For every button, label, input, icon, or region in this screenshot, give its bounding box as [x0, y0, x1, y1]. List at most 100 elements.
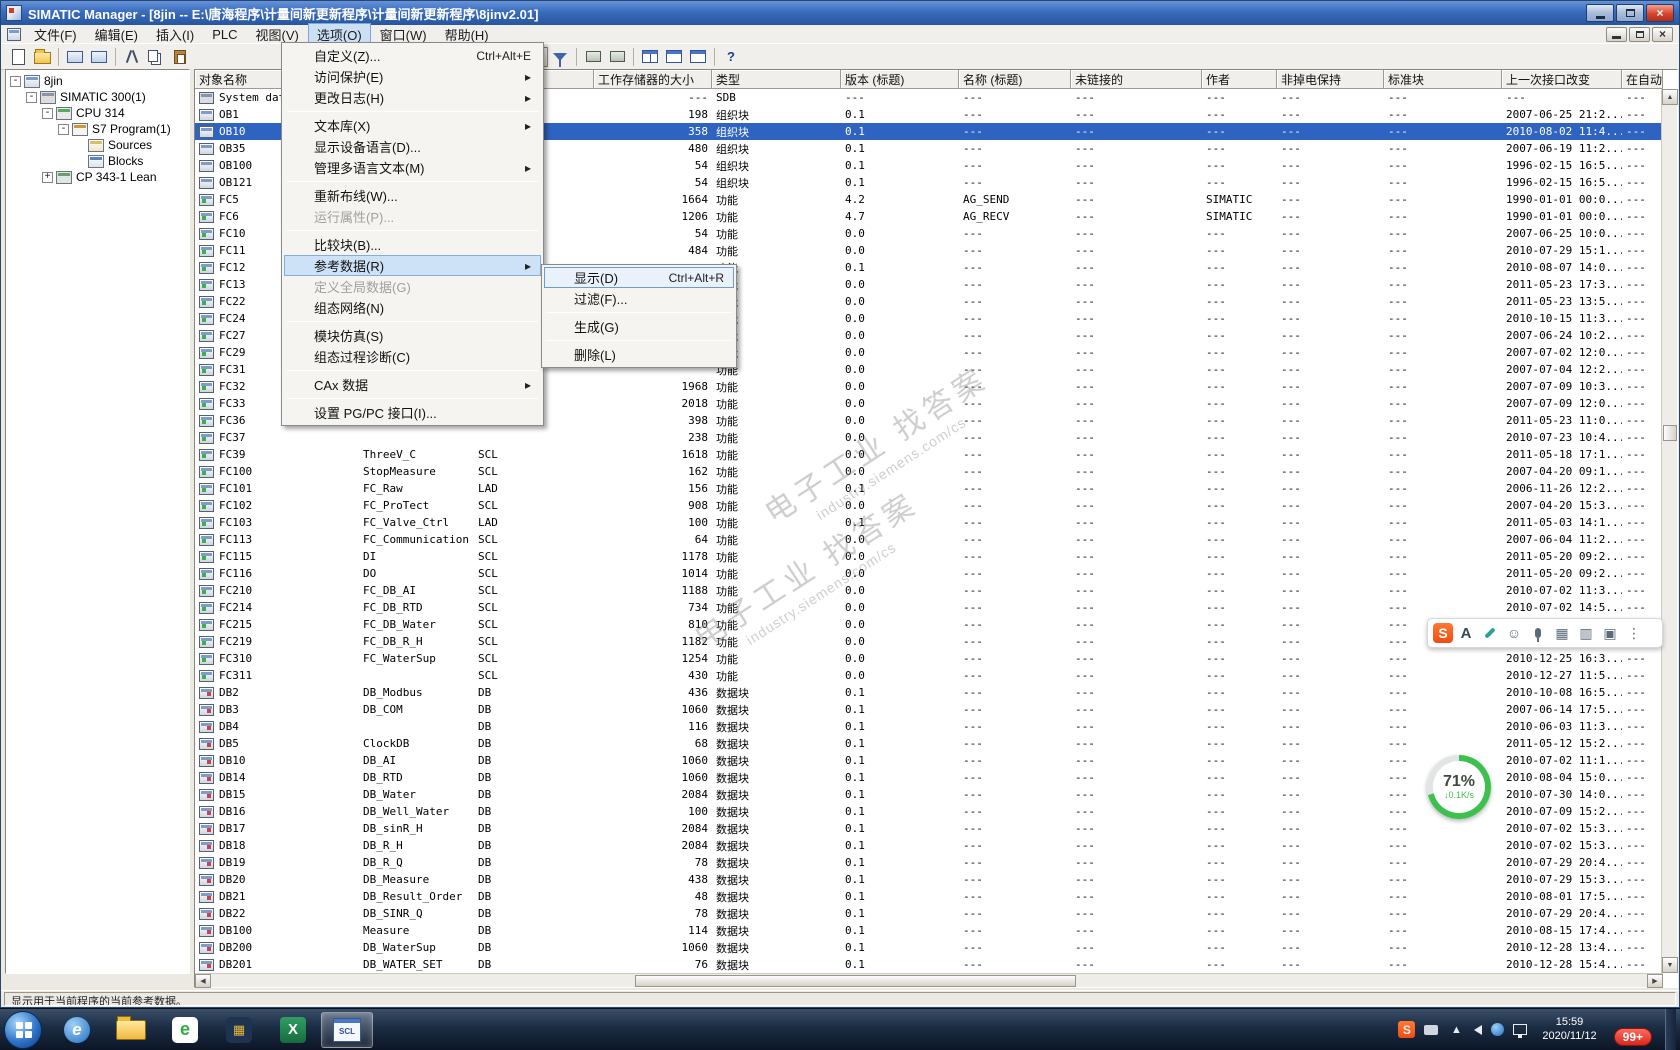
menu-item-rewire[interactable]: 重新布线(W)... [284, 185, 541, 206]
notification-badge[interactable]: 99+ [1613, 1027, 1652, 1046]
scroll-right-button[interactable]: ▶ [1647, 973, 1663, 988]
explorer-folder-icon[interactable] [105, 1012, 157, 1048]
column-header-[interactable]: 工作存储器的大小 [594, 70, 712, 89]
minimize-button[interactable] [1586, 4, 1614, 22]
window-cascade-button[interactable] [686, 46, 710, 68]
tree-item-cpu-314[interactable]: - CPU 314 [6, 105, 189, 121]
cut-button[interactable] [120, 46, 144, 68]
menu-item-cax-data[interactable]: CAx 数据 ▸ [284, 374, 541, 395]
brush-icon[interactable] [1479, 622, 1501, 644]
show-hidden-icons-button[interactable]: ▲ [1447, 1021, 1465, 1039]
column-header-[interactable]: 标准块 [1384, 70, 1502, 89]
show-desktop-button[interactable] [1665, 1008, 1676, 1050]
table-row-db5[interactable]: DB5 ClockDB DB 68 数据块 0.1 --- --- --- --- --- 2011-… [195, 735, 1663, 752]
excel-icon[interactable]: X [267, 1012, 319, 1048]
toolbox-icon[interactable]: ▣ [1599, 622, 1621, 644]
taskbar-clock[interactable]: 15:59 2020/11/12 [1542, 1016, 1596, 1044]
mic-icon[interactable] [1527, 622, 1549, 644]
new-button[interactable] [6, 46, 30, 68]
menu-item-set-pg-pc-interface[interactable]: 设置 PG/PC 接口(I)... [284, 402, 541, 423]
table-row-db200[interactable]: DB200 DB_WaterSup DB 1060 数据块 0.1 --- --- --- ---… [195, 939, 1663, 956]
table-row-fc116[interactable]: FC116 DO SCL 1014 功能 0.0 --- --- --- --- --- 2011-0… [195, 565, 1663, 582]
vertical-scrollbar[interactable]: ▲ ▼ [1661, 89, 1678, 973]
table-row-fc311[interactable]: FC311 SCL 430 功能 0.0 --- --- --- --- --- 2010-12-2… [195, 667, 1663, 684]
menu-item-reference-data[interactable]: 参考数据(R) ▸ [284, 255, 541, 276]
tree-item-cp-343-1-lean[interactable]: + CP 343-1 Lean [6, 169, 189, 185]
table-row-db100[interactable]: DB100 Measure DB 114 数据块 0.1 --- --- --- --- --- 20… [195, 922, 1663, 939]
table-row-db201[interactable]: DB201 DB_WATER_SET DB 76 数据块 0.1 --- --- --- --- -… [195, 956, 1663, 973]
scl-editor-icon[interactable]: SCL [321, 1011, 373, 1048]
table-row-db18[interactable]: DB18 DB_R_H DB 2084 数据块 0.1 --- --- --- --- --- 201… [195, 837, 1663, 854]
menu-item-process-diagnostics[interactable]: 组态过程诊断(C) [284, 346, 541, 367]
more-icon[interactable]: ⋮ [1623, 622, 1645, 644]
tree-item-sources[interactable]: Sources [6, 137, 189, 153]
tree-expander-icon[interactable]: + [42, 171, 53, 183]
mdi-child-icon[interactable] [7, 27, 21, 41]
menubar-item-f[interactable]: 文件(F) [25, 23, 86, 46]
mdi-close-button[interactable]: × [1652, 26, 1673, 42]
table-row-fc214[interactable]: FC214 FC_DB_RTD SCL 734 功能 0.0 --- --- --- --- ---… [195, 599, 1663, 616]
browser-green-icon[interactable]: e [159, 1012, 211, 1048]
menu-item-access-protection[interactable]: 访问保护(E) ▸ [284, 66, 541, 87]
column-header-[interactable]: 类型 [712, 70, 841, 89]
menu-item-display[interactable]: 显示(D) Ctrl+Alt+R [544, 267, 734, 288]
message-icon[interactable] [1491, 1023, 1505, 1036]
table-row-db4[interactable]: DB4 DB 116 数据块 0.1 --- --- --- --- --- 2010-06-03 … [195, 718, 1663, 735]
menubar-item-i[interactable]: 插入(I) [147, 23, 203, 46]
window-tile-button[interactable] [662, 46, 686, 68]
scroll-left-button[interactable]: ◀ [195, 973, 211, 988]
table-row-fc103[interactable]: FC103 FC_Valve_Ctrl LAD 100 功能 0.1 --- --- --- --… [195, 514, 1663, 531]
menu-item-configure-network[interactable]: 组态网络(N) [284, 297, 541, 318]
open-button[interactable] [30, 46, 54, 68]
volume-icon[interactable] [1474, 1024, 1483, 1035]
table-row-fc210[interactable]: FC210 FC_DB_AI SCL 1188 功能 0.0 --- --- --- --- ---… [195, 582, 1663, 599]
table-row-db3[interactable]: DB3 DB_COM DB 1060 数据块 0.1 --- --- --- --- --- 2007… [195, 701, 1663, 718]
table-row-fc310[interactable]: FC310 FC_WaterSup SCL 1254 功能 0.0 --- --- --- ---… [195, 650, 1663, 667]
download-speed-badge[interactable]: 71% ↓0.1K/s [1427, 755, 1491, 819]
menu-item-change-log[interactable]: 更改日志(H) ▸ [284, 87, 541, 108]
menubar-item-plc[interactable]: PLC [203, 25, 246, 44]
browser-blue-icon[interactable]: e [51, 1012, 103, 1048]
table-row-fc39[interactable]: FC39 ThreeV_C SCL 1618 功能 0.0 --- --- --- --- --- 2… [195, 446, 1663, 463]
filter-button[interactable] [548, 46, 572, 68]
accessible-nodes-button[interactable] [63, 46, 87, 68]
emoji-icon[interactable]: ☺ [1503, 622, 1525, 644]
menu-item-manage-multilingual-texts[interactable]: 管理多语言文本(M) ▸ [284, 157, 541, 178]
table-row-fc100[interactable]: FC100 StopMeasure SCL 162 功能 0.0 --- --- --- --- -… [195, 463, 1663, 480]
column-header-[interactable]: 名称 (标题) [959, 70, 1071, 89]
table-row-fc37[interactable]: FC37 238 功能 0.0 --- --- --- --- --- 2010-07-23 10… [195, 429, 1663, 446]
menu-item-compare-blocks[interactable]: 比较块(B)... [284, 234, 541, 255]
scroll-down-button[interactable]: ▼ [1662, 957, 1678, 973]
tree-item-s7-program-1[interactable]: - S7 Program(1) [6, 121, 189, 137]
table-row-fc102[interactable]: FC102 FC_ProTect SCL 908 功能 0.0 --- --- --- --- --… [195, 497, 1663, 514]
online-button[interactable] [605, 46, 629, 68]
memory-card-button[interactable] [87, 46, 111, 68]
tree-expander-icon[interactable]: - [26, 91, 37, 103]
letter-mode-icon[interactable]: A [1455, 622, 1477, 644]
tree-item-8jin[interactable]: - 8jin [6, 73, 189, 89]
menu-item-filter[interactable]: 过滤(F)... [544, 288, 734, 309]
help-button[interactable]: ? [719, 46, 743, 68]
horizontal-scroll-thumb[interactable] [635, 975, 1076, 987]
tree-item-blocks[interactable]: Blocks [6, 153, 189, 169]
window-split-button[interactable] [638, 46, 662, 68]
mdi-minimize-button[interactable] [1606, 26, 1627, 42]
horizontal-scrollbar[interactable]: ◀ ▶ [195, 973, 1663, 988]
keyboard-icon[interactable]: ▦ [1551, 622, 1573, 644]
simulation-button[interactable] [581, 46, 605, 68]
table-row-db20[interactable]: DB20 DB_Measure DB 438 数据块 0.1 --- --- --- --- ---… [195, 871, 1663, 888]
scroll-up-button[interactable]: ▲ [1662, 89, 1678, 105]
column-header-[interactable]: 作者 [1202, 70, 1277, 89]
sogou-logo-icon[interactable]: S [1433, 623, 1453, 643]
vertical-scroll-thumb[interactable] [1663, 424, 1677, 441]
paste-button[interactable] [168, 46, 192, 68]
menu-item-display-device-language[interactable]: 显示设备语言(D)... [284, 136, 541, 157]
tree-item-simatic-300-1[interactable]: - SIMATIC 300(1) [6, 89, 189, 105]
start-button[interactable] [4, 1010, 42, 1049]
table-row-fc101[interactable]: FC101 FC_Raw LAD 156 功能 0.1 --- --- --- --- --- 200… [195, 480, 1663, 497]
menubar-item-e[interactable]: 编辑(E) [86, 23, 147, 46]
column-header-[interactable]: 未链接的 [1071, 70, 1202, 89]
menu-item-generate[interactable]: 生成(G) [544, 316, 734, 337]
tree-expander-icon[interactable]: - [42, 107, 53, 119]
sogou-tray-icon[interactable]: S [1398, 1021, 1416, 1038]
